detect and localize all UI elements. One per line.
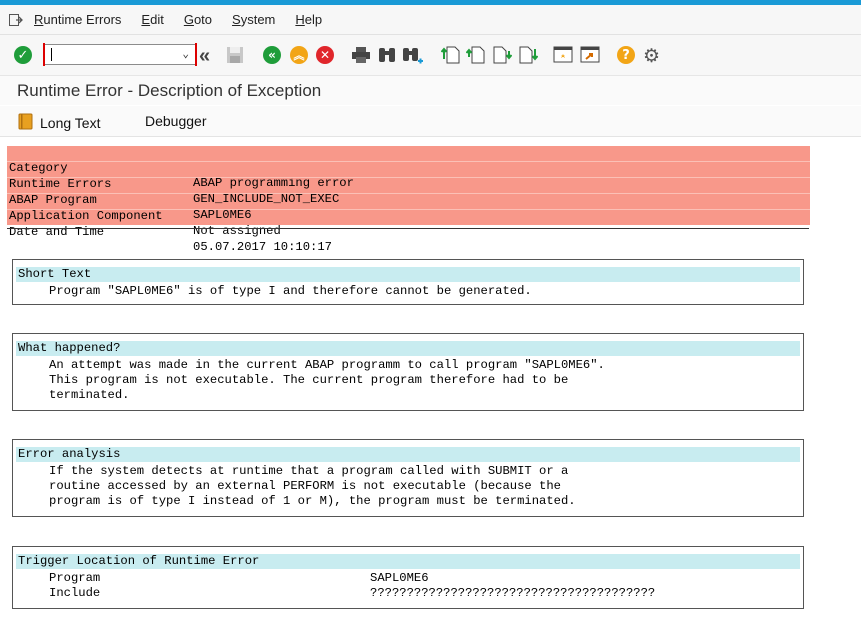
short-text-section: Short Text Program "SAPL0ME6" is of type… xyxy=(12,259,804,305)
back-nav-icon[interactable]: « xyxy=(263,46,281,64)
menu-goto[interactable]: Goto xyxy=(184,12,212,27)
application-toolbar: Long Text Debugger xyxy=(0,106,861,137)
what-happened-section: What happened? An attempt was made in th… xyxy=(12,333,804,411)
enter-icon[interactable]: ✓ xyxy=(14,46,32,64)
section-line: An attempt was made in the current ABAP … xyxy=(49,358,605,372)
find-next-icon[interactable] xyxy=(402,46,424,65)
long-text-label: Long Text xyxy=(40,115,101,131)
chevron-down-icon[interactable]: ⌄ xyxy=(182,47,189,61)
standard-toolbar: ✓ ⌄ « « ︽ ✕ ? ⚙ xyxy=(0,35,861,76)
page-title: Runtime Error - Description of Exception xyxy=(0,76,861,105)
section-line: Program "SAPL0ME6" is of type I and ther… xyxy=(49,284,532,298)
section-heading: Short Text xyxy=(16,267,800,282)
section-line: This program is not executable. The curr… xyxy=(49,373,569,387)
debugger-label: Debugger xyxy=(145,113,207,129)
summary-row: Category ABAP programming error xyxy=(7,146,810,190)
error-summary-header: Category ABAP programming error Runtime … xyxy=(7,146,810,254)
command-field-left-marker xyxy=(43,43,49,66)
long-text-button[interactable]: Long Text xyxy=(18,113,100,133)
help-icon[interactable]: ? xyxy=(617,46,635,64)
menu-bar: Runtime Errors Edit Goto System Help xyxy=(0,5,861,35)
find-icon[interactable] xyxy=(377,46,397,64)
menu-icon[interactable] xyxy=(9,13,23,26)
create-session-icon[interactable] xyxy=(553,45,575,65)
summary-row: ABAP Program SAPL0ME6 xyxy=(7,178,810,222)
next-page-icon[interactable] xyxy=(492,45,512,65)
command-field-right-marker xyxy=(191,43,197,66)
settings-icon[interactable]: ⚙ xyxy=(643,45,660,68)
trigger-key: Include xyxy=(49,586,101,600)
section-line: program is of type I instead of 1 or M),… xyxy=(49,494,576,508)
trigger-value: SAPL0ME6 xyxy=(370,571,429,585)
menu-help[interactable]: Help xyxy=(295,12,322,27)
save-icon[interactable] xyxy=(226,46,244,64)
section-line: terminated. xyxy=(49,388,130,402)
menu-edit[interactable]: Edit xyxy=(141,12,163,27)
summary-row: Runtime Errors GEN_INCLUDE_NOT_EXEC xyxy=(7,162,810,206)
collapse-command-icon[interactable]: « xyxy=(199,45,210,68)
book-icon xyxy=(18,113,33,133)
trigger-location-section: Trigger Location of Runtime Error Progra… xyxy=(12,546,804,609)
print-icon[interactable] xyxy=(351,46,371,64)
cancel-icon[interactable]: ✕ xyxy=(316,46,334,64)
section-heading: Trigger Location of Runtime Error xyxy=(16,554,800,569)
command-field[interactable]: ⌄ xyxy=(43,43,197,66)
debugger-button[interactable]: Debugger xyxy=(145,113,207,129)
trigger-key: Program xyxy=(49,571,101,585)
summary-value: Not assigned xyxy=(193,224,281,238)
section-line: routine accessed by an external PERFORM … xyxy=(49,479,561,493)
first-page-icon[interactable] xyxy=(441,45,461,65)
summary-row: Application Component Not assigned xyxy=(7,194,810,238)
last-page-icon[interactable] xyxy=(518,45,538,65)
summary-row: Date and Time 05.07.2017 10:10:17 xyxy=(7,210,810,254)
text-caret xyxy=(51,48,52,61)
shortcut-icon[interactable] xyxy=(580,45,602,65)
section-heading: Error analysis xyxy=(16,447,800,462)
divider xyxy=(7,228,809,229)
menu-system[interactable]: System xyxy=(232,12,275,27)
menu-runtime-errors[interactable]: Runtime Errors xyxy=(34,12,121,27)
previous-page-icon[interactable] xyxy=(466,45,486,65)
trigger-value: ??????????????????????????????????????? xyxy=(370,586,656,600)
error-analysis-section: Error analysis If the system detects at … xyxy=(12,439,804,517)
section-heading: What happened? xyxy=(16,341,800,356)
exit-icon[interactable]: ︽ xyxy=(290,46,308,64)
summary-value: 05.07.2017 10:10:17 xyxy=(193,240,332,254)
section-line: If the system detects at runtime that a … xyxy=(49,464,569,478)
error-content-area: Category ABAP programming error Runtime … xyxy=(0,137,861,620)
